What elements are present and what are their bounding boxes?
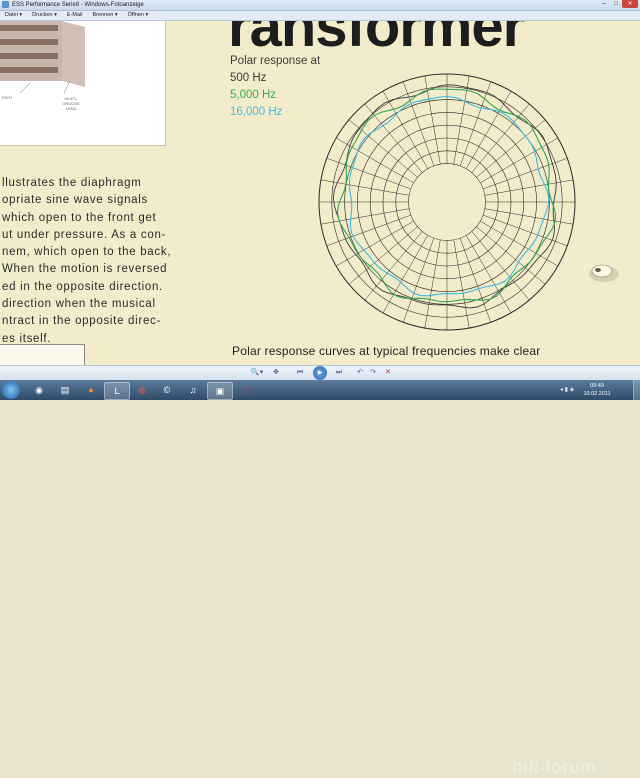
photo-icon: ▣ [215, 386, 225, 396]
menu-item-datei[interactable]: Datei ▾ [0, 11, 27, 20]
clock-date: 10.02.2011 [583, 391, 611, 397]
legend-line-1: Polar response at [230, 55, 321, 67]
taskbar-app-fotoanzeige[interactable]: ▣ [207, 382, 233, 400]
window-titlebar: ESS Performance Serie8 - Windows-Fotoanz… [0, 0, 640, 11]
watermark: hifi-forum [512, 757, 596, 777]
menu-item-drucken[interactable]: Drucken ▾ [27, 11, 62, 20]
taskbar-app-ie[interactable]: ◉ [27, 382, 51, 398]
polar-grid-spoke [459, 238, 492, 323]
taskbar-app-firefox[interactable]: ● [79, 382, 103, 398]
legend-5000hz: 5,000 Hz [230, 89, 277, 101]
polar-grid-spoke [364, 103, 423, 173]
body-line: When the motion is reversed [2, 263, 168, 276]
polar-grid-spoke [471, 231, 530, 301]
body-line: ut under pressure. As a con- [2, 228, 167, 241]
taskbar: ◉ ▤ ● L ◍ © ♫ ▣ ⬚ hifi-forum ◂ ▮ ◈ 09:49… [0, 380, 640, 777]
ie-icon: ◉ [35, 385, 43, 395]
polar-grid-spoke [402, 238, 435, 323]
taskbar-app-pdf[interactable]: ⬚ [233, 382, 257, 398]
start-button[interactable] [2, 381, 20, 399]
polar-response-chart [318, 73, 576, 331]
fit-button[interactable]: ✥ [270, 368, 282, 378]
legend-500hz: 500 Hz [230, 72, 267, 84]
taskbar-app-cr[interactable]: ◍ [130, 382, 154, 398]
next-button[interactable]: ⏭ [333, 368, 345, 378]
lower-figure-box [0, 344, 85, 365]
taskbar-app-l[interactable]: L [104, 382, 130, 400]
body-line: opriate sine wave signals [2, 194, 148, 207]
polar-grid-spoke [320, 208, 410, 225]
taskbar-app-explorer[interactable]: ▤ [53, 382, 77, 398]
polar-grid-spoke [326, 157, 411, 190]
body-line: llustrates the diaphragm [2, 177, 142, 189]
legend-16000hz: 16,000 Hz [230, 106, 283, 118]
music-icon: ♫ [189, 385, 197, 395]
menu-item-email[interactable]: E-Mail [62, 11, 88, 20]
window-controls: – □ ✕ [598, 0, 638, 8]
body-line: ed in the opposite direction. [2, 280, 163, 293]
viewer-controls: 🔍▾ ✥ ⏮ ▶ ⏭ ↶ ↷ ✕ [0, 365, 640, 381]
show-desktop-button[interactable] [633, 380, 640, 400]
taskbar-app-c[interactable]: © [155, 382, 179, 398]
polar-grid-spoke [459, 81, 492, 166]
polar-grid-spoke [364, 231, 423, 301]
close-button[interactable]: ✕ [622, 0, 638, 8]
window-title: ESS Performance Serie8 - Windows-Fotoanz… [12, 2, 144, 8]
taskbar-app-itunes[interactable]: ♫ [181, 382, 205, 398]
polar-grid-spoke [484, 208, 574, 225]
bottom-text: Polar response curves at typical frequen… [232, 344, 541, 358]
firefox-icon: ● [88, 385, 94, 395]
tray-clock[interactable]: 09:49 10.02.2011 [582, 382, 612, 398]
body-line: nem, which open to the back, [2, 246, 172, 259]
diagram-card: PATH MULTI-GROOVE LENS [0, 21, 166, 146]
slideshow-button[interactable]: ▶ [313, 366, 327, 380]
minimize-button[interactable]: – [598, 0, 610, 8]
l-icon: L [114, 386, 120, 396]
maximize-button[interactable]: □ [610, 0, 622, 8]
rotate-right-button[interactable]: ↷ [368, 368, 378, 378]
image-viewport[interactable]: PATH MULTI-GROOVE LENS ransformer Polar … [0, 21, 640, 365]
body-line: ntract in the opposite direc- [2, 315, 162, 328]
menu-item-brennen[interactable]: Brennen ▾ [88, 11, 123, 20]
polar-grid-spoke [484, 179, 574, 196]
c-icon: © [163, 385, 171, 395]
pdf-icon: ⬚ [240, 385, 250, 395]
delete-button[interactable]: ✕ [383, 368, 393, 378]
polar-grid-spoke [471, 103, 530, 173]
polar-grid-ring [408, 163, 486, 241]
polar-grid-spoke [453, 239, 470, 329]
body-line: which open to the front get [2, 211, 157, 224]
polar-grid-spoke [424, 239, 441, 329]
diagram-caption-left: PATH [2, 95, 13, 100]
previous-button[interactable]: ⏮ [294, 368, 306, 378]
transformer-illustration [0, 21, 85, 94]
cr-icon: ◍ [138, 385, 146, 395]
zoom-button[interactable]: 🔍▾ [250, 368, 264, 378]
diagram-caption-right: MULTI-GROOVE LENS [62, 96, 80, 111]
polar-legend: Polar response at 500 Hz 5,000 Hz 16,000… [230, 53, 320, 121]
speaker-figure [589, 264, 619, 282]
rotate-left-button[interactable]: ↶ [355, 368, 365, 378]
folder-icon: ▤ [60, 385, 70, 395]
tray-icons: ◂ ▮ ◈ [560, 387, 575, 393]
menu-bar: Datei ▾ Drucken ▾ E-Mail Brennen ▾ Öffne… [0, 11, 640, 21]
body-line: direction when the musical [2, 298, 156, 311]
clock-time: 09:49 [590, 383, 604, 389]
menu-item-oeffnen[interactable]: Öffnen ▾ [123, 11, 154, 20]
body-text: llustrates the diaphragm opriate sine wa… [2, 175, 171, 348]
app-icon [2, 1, 9, 8]
